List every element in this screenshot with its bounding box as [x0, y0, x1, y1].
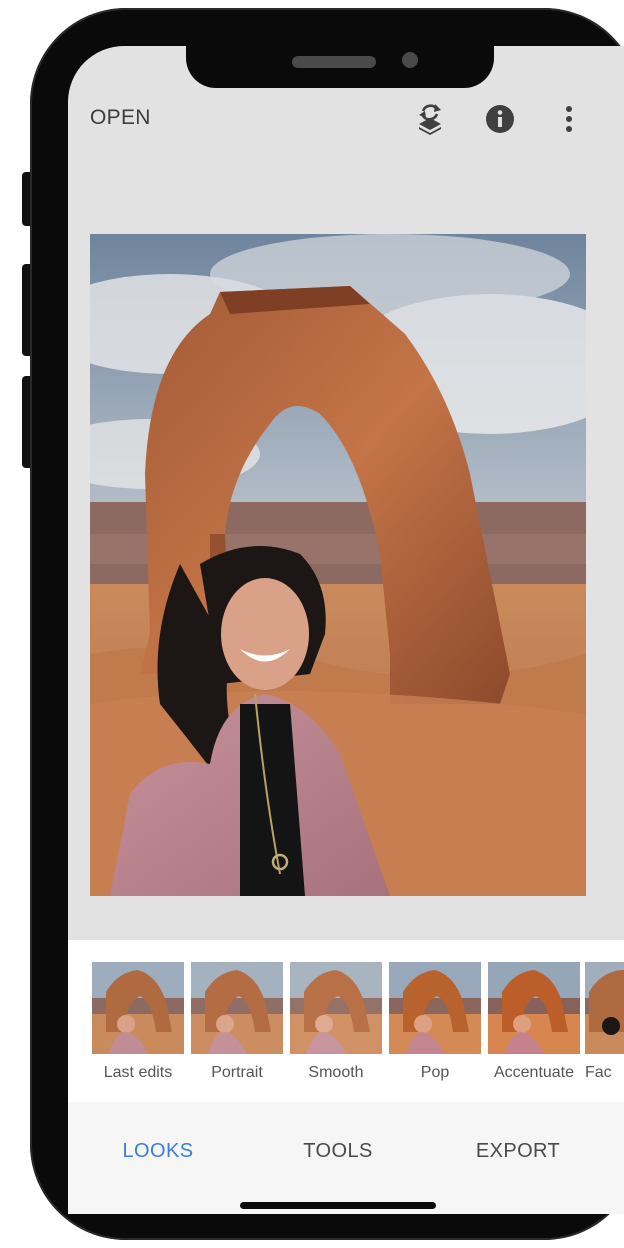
tab-export[interactable]: EXPORT — [448, 1140, 588, 1163]
look-label: Portrait — [211, 1064, 263, 1081]
phone-mockup: OPEN Last edits Portrait Smooth Pop Acce… — [0, 0, 624, 1248]
look-thumbnail[interactable] — [92, 962, 184, 1054]
look-label: Smooth — [308, 1064, 364, 1081]
edited-photo — [90, 234, 586, 896]
look-label: Pop — [420, 1064, 450, 1081]
tab-tools[interactable]: TOOLS — [268, 1140, 408, 1163]
look-thumbnail[interactable] — [488, 962, 580, 1054]
stack-undo-icon[interactable] — [414, 102, 446, 136]
look-thumbnail[interactable] — [585, 962, 624, 1054]
look-label: Last edits — [103, 1064, 173, 1081]
more-vertical-icon[interactable] — [556, 102, 588, 136]
look-thumbnail[interactable] — [389, 962, 481, 1054]
speaker-grille — [292, 56, 376, 68]
look-label: Accentuate — [493, 1064, 575, 1081]
home-indicator — [240, 1202, 436, 1209]
bottom-navigation: LOOKS TOOLS EXPORT — [68, 1102, 624, 1214]
tab-looks[interactable]: LOOKS — [88, 1140, 228, 1163]
info-icon[interactable] — [484, 102, 516, 136]
front-camera — [402, 52, 418, 68]
look-label: Fac — [585, 1064, 612, 1081]
open-button[interactable]: OPEN — [90, 106, 151, 130]
look-thumbnail[interactable] — [191, 962, 283, 1054]
looks-strip: Last edits Portrait Smooth Pop Accentuat… — [68, 940, 624, 1102]
look-thumbnail[interactable] — [290, 962, 382, 1054]
